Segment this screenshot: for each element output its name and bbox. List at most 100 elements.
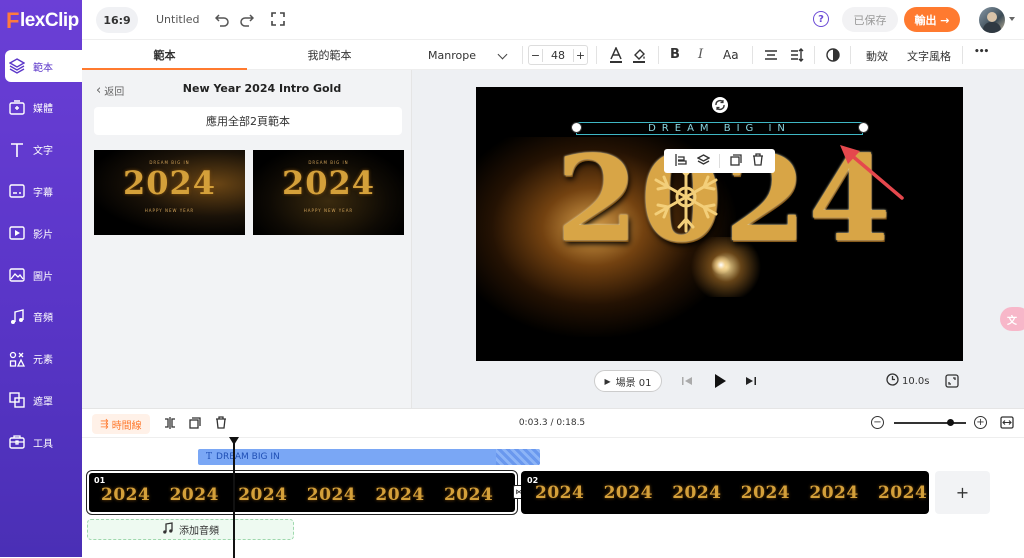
highlight-color-icon[interactable] bbox=[632, 47, 646, 63]
chevron-down-icon[interactable] bbox=[1009, 17, 1015, 21]
align-center-icon[interactable] bbox=[764, 49, 778, 61]
align-left-icon[interactable] bbox=[675, 153, 687, 169]
template-panel: 範本 我的範本 ‹ 返回 New Year 2024 Intro Gold 應用全… bbox=[82, 40, 424, 408]
add-audio-button[interactable]: 添加音頻 bbox=[87, 519, 294, 540]
chevron-left-icon: ‹ bbox=[96, 83, 102, 98]
image-icon bbox=[9, 268, 25, 282]
split-icon[interactable] bbox=[164, 417, 176, 429]
scene-clip-2[interactable]: 02 2024 2024 2024 2024 2024 2024 bbox=[521, 471, 929, 514]
skip-forward-icon[interactable] bbox=[745, 375, 757, 387]
sidebar-item-label: 音頻 bbox=[33, 313, 53, 325]
sidebar-item-3[interactable]: 字幕 bbox=[5, 175, 82, 207]
bold-button[interactable]: B bbox=[670, 47, 680, 62]
timeline-toggle[interactable]: ⇶ 時間線 bbox=[92, 414, 150, 434]
sidebar-item-5[interactable]: 圖片 bbox=[5, 259, 82, 291]
translate-icon[interactable]: 文 bbox=[1000, 307, 1024, 331]
sidebar-item-7[interactable]: 元素 bbox=[5, 343, 82, 375]
undo-icon[interactable] bbox=[214, 11, 229, 27]
text-color-icon[interactable] bbox=[609, 46, 623, 63]
text-icon: T bbox=[206, 452, 213, 462]
text-toolbar: Manrope − 48 + B I Aa 動效 文字風格 ••• bbox=[412, 40, 1024, 70]
resize-handle-right[interactable] bbox=[858, 122, 869, 133]
zoom-slider[interactable] bbox=[894, 419, 966, 426]
font-size-stepper[interactable]: − 48 + bbox=[528, 45, 588, 65]
trash-icon[interactable] bbox=[752, 153, 764, 169]
font-size-increase[interactable]: + bbox=[573, 48, 587, 62]
sidebar-item-2[interactable]: 文字 bbox=[5, 134, 82, 166]
fit-timeline-icon[interactable] bbox=[1000, 416, 1014, 429]
sidebar-item-label: 遮罩 bbox=[33, 396, 53, 408]
font-size-decrease[interactable]: − bbox=[529, 48, 543, 62]
back-button[interactable]: ‹ 返回 bbox=[96, 83, 124, 98]
avatar[interactable] bbox=[979, 7, 1005, 33]
mask-icon bbox=[9, 392, 25, 409]
sidebar-item-6[interactable]: 音頻 bbox=[5, 301, 82, 333]
sidebar: FlexClip 範本媒體文字字幕影片圖片音頻元素遮罩工具 bbox=[0, 0, 82, 557]
duplicate-icon[interactable] bbox=[730, 153, 742, 169]
help-icon[interactable]: ? bbox=[813, 11, 829, 27]
duplicate-icon[interactable] bbox=[189, 417, 201, 429]
text-style-button[interactable]: 文字風格 bbox=[907, 48, 951, 64]
video-canvas[interactable]: 2024 DREAM BIG IN bbox=[476, 87, 963, 361]
chevron-down-icon[interactable] bbox=[497, 49, 508, 60]
scene-clip-1[interactable]: 01 2024 2024 2024 2024 2024 2024 bbox=[86, 470, 518, 515]
sidebar-item-8[interactable]: 遮罩 bbox=[5, 384, 82, 416]
project-title[interactable]: Untitled bbox=[156, 13, 200, 26]
tab-my-templates[interactable]: 我的範本 bbox=[247, 40, 412, 70]
red-arrow-annotation bbox=[840, 145, 904, 200]
template-thumbnail-2[interactable]: DREAM BIG IN 2024 HAPPY NEW YEAR bbox=[253, 150, 404, 235]
subtitle-icon bbox=[9, 184, 25, 199]
play-button[interactable] bbox=[713, 373, 727, 389]
italic-button[interactable]: I bbox=[698, 47, 703, 62]
scene-duration[interactable]: 10.0s bbox=[886, 373, 929, 389]
sidebar-item-1[interactable]: 媒體 bbox=[5, 92, 82, 124]
elements-icon bbox=[9, 351, 25, 367]
more-icon[interactable]: ••• bbox=[974, 47, 989, 57]
zoom-slider-knob[interactable] bbox=[946, 419, 954, 426]
timecode: 0:03.3 / 0:18.5 bbox=[518, 418, 586, 428]
fullscreen-icon[interactable] bbox=[271, 12, 285, 26]
clock-icon bbox=[886, 373, 899, 389]
template-thumbnail-1[interactable]: DREAM BIG IN 2024 HAPPY NEW YEAR bbox=[94, 150, 245, 235]
skip-back-icon[interactable] bbox=[681, 375, 693, 387]
sidebar-item-label: 圖片 bbox=[33, 271, 53, 283]
clip-frames: 2024 2024 2024 2024 2024 2024 bbox=[535, 483, 928, 503]
flexclip-logo[interactable]: FlexClip bbox=[6, 8, 82, 34]
text-case-button[interactable]: Aa bbox=[723, 48, 739, 62]
sidebar-item-4[interactable]: 影片 bbox=[5, 217, 82, 249]
toolbox-icon bbox=[9, 435, 25, 449]
opacity-icon[interactable] bbox=[826, 48, 840, 62]
expand-preview-icon[interactable] bbox=[945, 374, 959, 388]
text-track-clip[interactable]: T DREAM BIG IN bbox=[198, 449, 540, 465]
template-title: New Year 2024 Intro Gold bbox=[182, 82, 342, 95]
sidebar-item-9[interactable]: 工具 bbox=[5, 426, 82, 458]
trash-icon[interactable] bbox=[215, 416, 227, 429]
sidebar-item-0[interactable]: 範本 bbox=[5, 50, 82, 82]
add-scene-button[interactable]: + bbox=[935, 471, 990, 514]
text-track-transition[interactable] bbox=[496, 449, 540, 465]
tab-templates[interactable]: 範本 bbox=[82, 40, 247, 70]
animation-button[interactable]: 動效 bbox=[866, 48, 888, 64]
thumb-year: 2024 bbox=[122, 164, 217, 202]
sidebar-item-label: 工具 bbox=[33, 438, 53, 450]
apply-all-button[interactable]: 應用全部2頁範本 bbox=[94, 107, 402, 135]
scene-selector[interactable]: ▶ 場景 01 bbox=[594, 370, 662, 392]
playhead[interactable] bbox=[233, 437, 235, 558]
zoom-in-icon[interactable]: + bbox=[974, 416, 987, 429]
line-spacing-icon[interactable] bbox=[790, 48, 804, 62]
sidebar-item-label: 字幕 bbox=[33, 187, 53, 199]
font-size-value[interactable]: 48 bbox=[543, 49, 573, 62]
export-button[interactable]: 輸出 → bbox=[904, 7, 960, 32]
playhead-handle[interactable] bbox=[229, 437, 239, 445]
aspect-ratio-button[interactable]: 16:9 bbox=[96, 7, 138, 33]
scene-number: 01 bbox=[94, 476, 106, 485]
font-family-select[interactable]: Manrope bbox=[428, 49, 476, 62]
rotate-handle-icon[interactable] bbox=[712, 97, 728, 113]
zoom-out-icon[interactable]: − bbox=[871, 416, 884, 429]
selected-text-box[interactable]: DREAM BIG IN bbox=[576, 122, 863, 135]
redo-icon[interactable] bbox=[240, 11, 255, 27]
layer-icon[interactable] bbox=[696, 153, 711, 169]
dream-big-in-text[interactable]: DREAM BIG IN bbox=[577, 123, 862, 134]
sidebar-item-label: 媒體 bbox=[33, 104, 53, 116]
resize-handle-left[interactable] bbox=[571, 122, 582, 133]
